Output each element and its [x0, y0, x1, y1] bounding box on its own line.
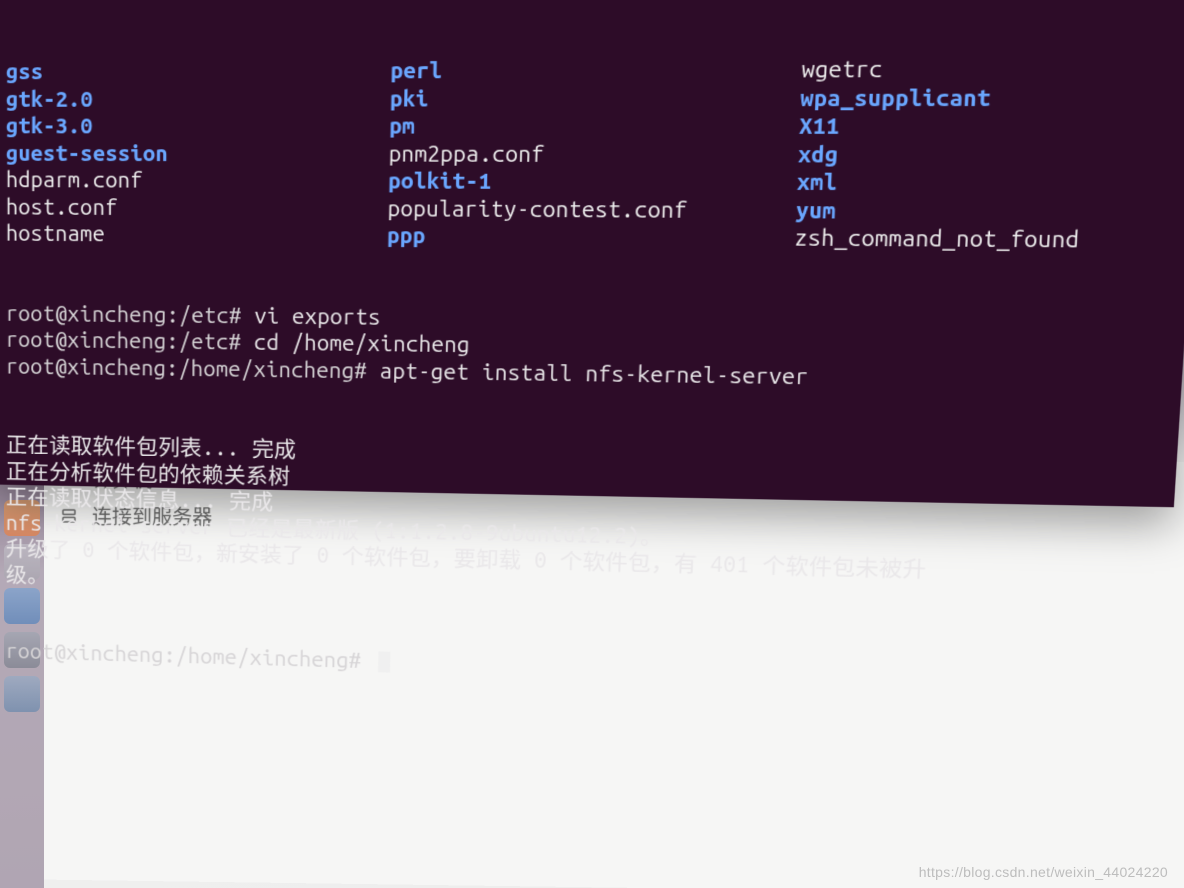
ls-entry: pnm2ppa.conf: [388, 140, 777, 168]
terminal-command: cd /home/xincheng: [254, 330, 470, 357]
terminal-command: vi exports: [254, 303, 381, 329]
terminal-output-lines: 正在读取软件包列表... 完成正在分析软件包的依赖关系树正在读取状态信息... …: [6, 432, 1169, 616]
terminal-prompt: root@xincheng:/etc#: [6, 327, 254, 354]
terminal-command: apt-get install nfs-kernel-server: [379, 359, 809, 389]
ls-entry: hostname: [6, 220, 367, 249]
ls-entry: pm: [389, 112, 778, 140]
ls-entry: popularity-contest.conf: [387, 195, 775, 224]
ls-entry: perl: [390, 56, 781, 85]
ls-entry: zsh_command_not_found: [794, 224, 1183, 254]
ls-column: wgetrcwpa_supplicantX11xdgxmlyumzsh_comm…: [794, 54, 1184, 254]
cursor-block: [378, 651, 390, 672]
ls-entry: wpa_supplicant: [800, 83, 1184, 112]
ls-entry: host.conf: [6, 193, 367, 222]
terminal-prompt-line[interactable]: root@xincheng:/home/xincheng#: [6, 638, 1155, 697]
ls-column: perlpkipmpnm2ppa.confpolkit-1popularity-…: [387, 56, 781, 252]
ls-entry: xml: [796, 169, 1184, 198]
terminal-window[interactable]: gssgtk-2.0gtk-3.0guest-sessionhdparm.con…: [0, 0, 1184, 507]
ls-entry: ppp: [387, 222, 774, 252]
ls-entry: X11: [799, 112, 1184, 141]
terminal-prompt: root@xincheng:/home/xincheng#: [6, 639, 374, 673]
watermark-text: https://blog.csdn.net/weixin_44024220: [919, 864, 1168, 880]
ls-entry: yum: [795, 196, 1184, 226]
ls-entry: pki: [390, 84, 780, 112]
ls-entry: gss: [6, 57, 370, 85]
ls-entry: polkit-1: [388, 168, 776, 197]
ls-entry: gtk-2.0: [6, 85, 370, 113]
terminal-prompt: root@xincheng:/etc#: [6, 301, 254, 328]
ls-output-columns: gssgtk-2.0gtk-3.0guest-sessionhdparm.con…: [6, 54, 1184, 254]
terminal-prompt: root@xincheng:/home/xincheng#: [6, 354, 380, 383]
ls-entry: guest-session: [6, 140, 368, 168]
ls-entry: wgetrc: [801, 54, 1184, 84]
ls-column: gssgtk-2.0gtk-3.0guest-sessionhdparm.con…: [6, 57, 370, 249]
terminal-command-lines: root@xincheng:/etc# vi exportsroot@xinch…: [6, 300, 1178, 395]
ls-entry: xdg: [797, 140, 1184, 169]
ls-entry: gtk-3.0: [6, 113, 369, 141]
ls-entry: hdparm.conf: [6, 167, 368, 195]
